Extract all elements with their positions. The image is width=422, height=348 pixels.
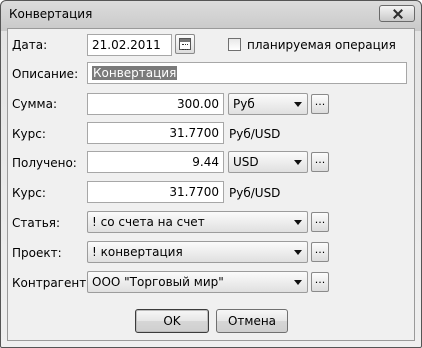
date-picker-button[interactable]	[175, 34, 195, 54]
rate2-unit: Руб/USD	[229, 186, 281, 200]
rate2-value: 31.7700	[169, 185, 219, 199]
title-bar: Конвертация	[1, 1, 421, 28]
article-label: Статья:	[12, 216, 61, 230]
project-browse-button[interactable]: ...	[311, 242, 329, 262]
ok-button[interactable]: OK	[135, 309, 209, 333]
description-value: Конвертация	[92, 66, 178, 80]
rate1-label: Курс:	[12, 127, 46, 141]
calendar-icon	[179, 38, 191, 50]
project-label: Проект:	[12, 246, 62, 260]
project-select[interactable]: ! конвертация	[87, 241, 308, 263]
received-currency-value: USD	[233, 155, 259, 169]
article-value: ! со счета на счет	[92, 215, 205, 229]
close-button[interactable]	[379, 5, 415, 22]
received-label: Получено:	[12, 156, 77, 170]
planned-checkbox[interactable]	[228, 38, 241, 51]
amount-value: 300.00	[177, 97, 219, 111]
rate1-field[interactable]: 31.7700	[87, 122, 224, 144]
chevron-down-icon	[294, 160, 302, 165]
date-label: Дата:	[12, 38, 48, 52]
date-value: 21.02.2011	[92, 38, 161, 52]
project-value: ! конвертация	[92, 245, 183, 259]
dialog-window: Конвертация Дата: 21.02.2011 планируемая…	[0, 0, 422, 348]
amount-label: Сумма:	[12, 97, 57, 111]
rate1-unit: Руб/USD	[229, 127, 281, 141]
description-field[interactable]: Конвертация	[87, 62, 407, 84]
chevron-down-icon	[294, 102, 302, 107]
counterparty-browse-button[interactable]: ...	[311, 272, 329, 292]
chevron-down-icon	[294, 280, 302, 285]
planned-label: планируемая операция	[247, 38, 396, 52]
cancel-button[interactable]: Отмена	[216, 309, 288, 333]
amount-field[interactable]: 300.00	[87, 93, 224, 115]
article-select[interactable]: ! со счета на счет	[87, 211, 308, 233]
received-currency-select[interactable]: USD	[228, 151, 308, 173]
rate1-value: 31.7700	[169, 126, 219, 140]
amount-currency-select[interactable]: Руб	[228, 93, 308, 115]
date-field[interactable]: 21.02.2011	[87, 34, 172, 56]
received-currency-browse-button[interactable]: ...	[311, 152, 329, 172]
dialog-body: Дата: 21.02.2011 планируемая операция Оп…	[7, 28, 415, 341]
counterparty-value: ООО "Торговый мир"	[92, 275, 224, 289]
rate2-field[interactable]: 31.7700	[87, 181, 224, 203]
rate2-label: Курс:	[12, 186, 46, 200]
counterparty-select[interactable]: ООО "Торговый мир"	[87, 271, 308, 293]
window-title: Конвертация	[9, 7, 93, 21]
chevron-down-icon	[294, 220, 302, 225]
amount-currency-value: Руб	[233, 97, 255, 111]
counterparty-label: Контрагент:	[12, 276, 91, 290]
article-browse-button[interactable]: ...	[311, 212, 329, 232]
received-value: 9.44	[192, 155, 219, 169]
amount-currency-browse-button[interactable]: ...	[311, 94, 329, 114]
description-label: Описание:	[12, 67, 79, 81]
received-field[interactable]: 9.44	[87, 151, 224, 173]
chevron-down-icon	[294, 250, 302, 255]
